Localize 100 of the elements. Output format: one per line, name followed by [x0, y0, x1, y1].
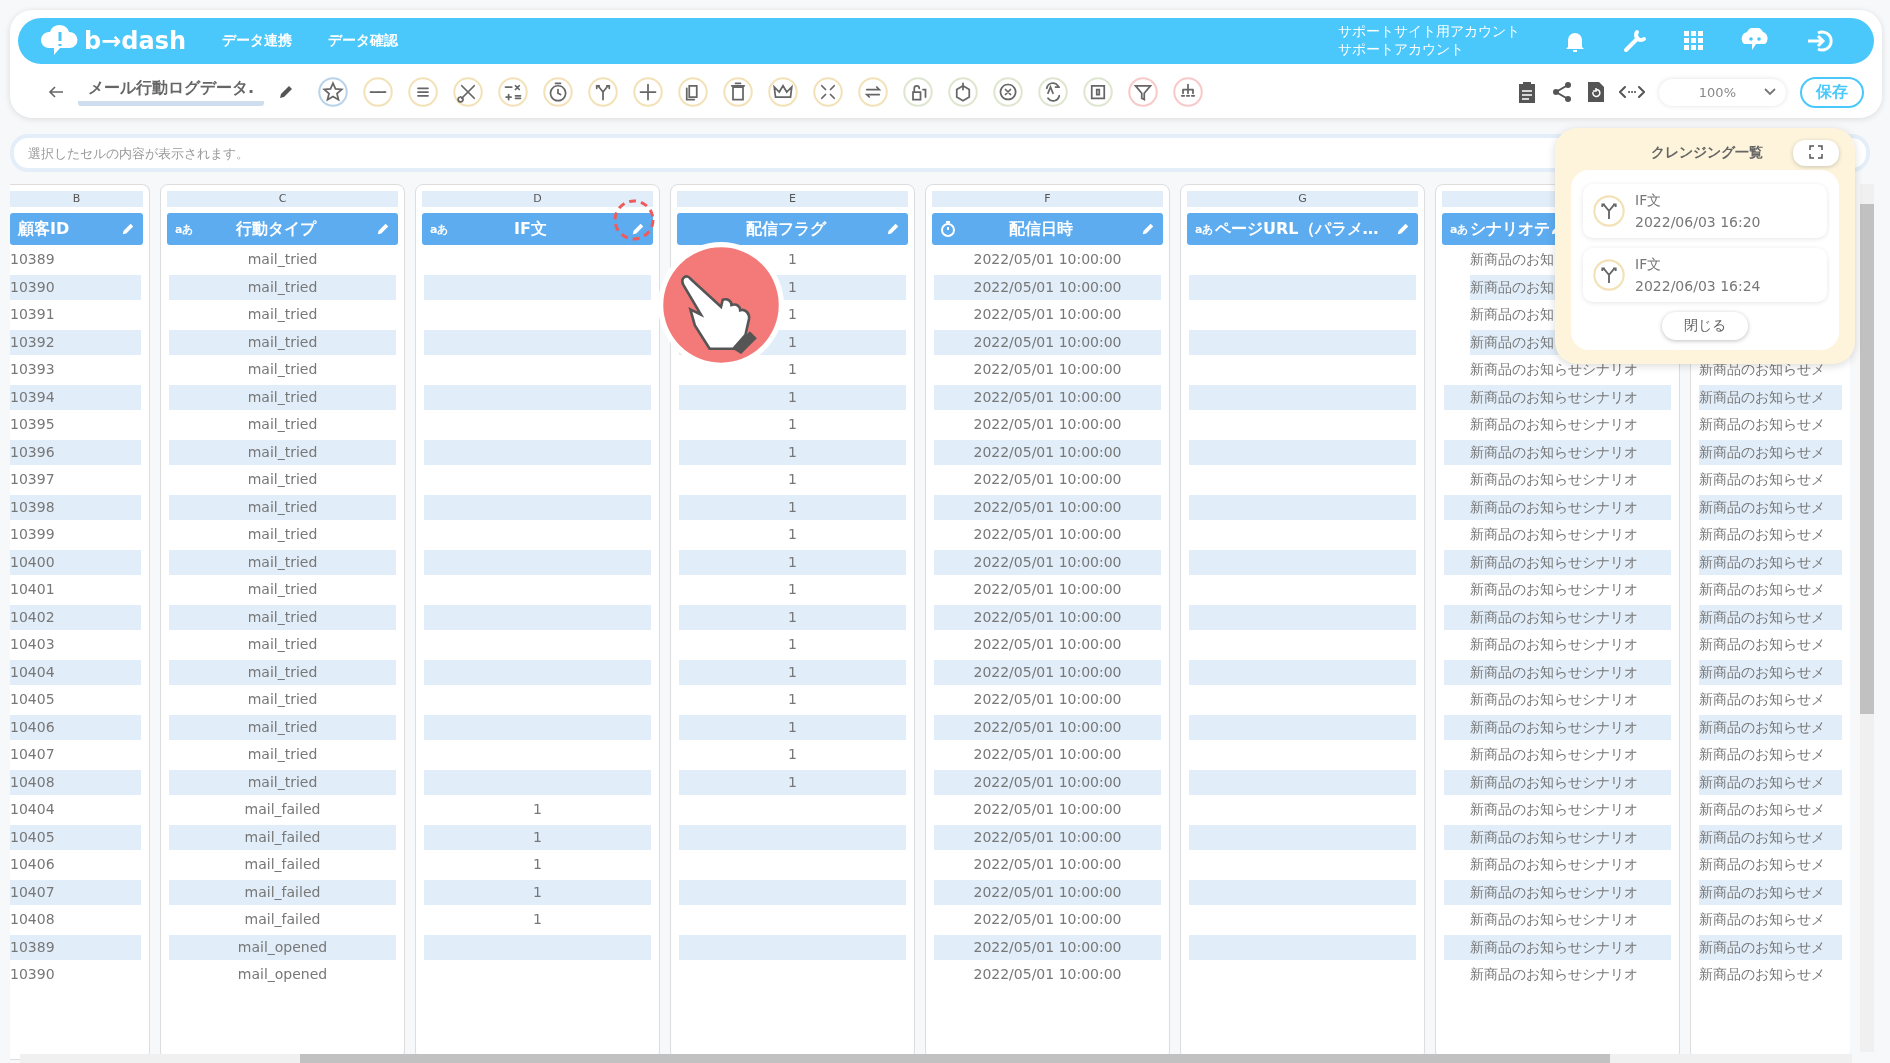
table-cell-text: 2022/05/01 10:00:00: [972, 305, 1123, 324]
table-cell-text: 1: [787, 415, 798, 434]
column-header[interactable]: 配信日時: [932, 213, 1163, 245]
tree-icon[interactable]: [1173, 77, 1204, 107]
table-cell-text: 10403: [10, 635, 56, 654]
table-cell-text: 新商品のお知らせシナリオ: [1469, 910, 1639, 929]
table-cell-text: 新商品のお知らせメ: [1699, 635, 1826, 654]
table-cell-text: mail_failed: [243, 855, 322, 874]
table-cell-text: 10399: [10, 525, 56, 544]
table-cell-text: mail_tried: [246, 250, 319, 269]
zoom-select[interactable]: 100%: [1658, 78, 1786, 106]
pencil-icon[interactable]: [278, 84, 295, 100]
table-cell: 新商品のお知らせシナリオ: [1444, 439, 1671, 465]
table-cell: 2022/05/01 10:00:00: [934, 659, 1161, 685]
table-cell: 2022/05/01 10:00:00: [934, 274, 1161, 300]
copy-icon[interactable]: [678, 77, 709, 107]
calc-icon[interactable]: [498, 77, 529, 107]
table-cell-text: 2022/05/01 10:00:00: [972, 690, 1123, 709]
branch-icon[interactable]: [588, 77, 619, 107]
crown-icon[interactable]: [768, 77, 799, 107]
table-cell-text: 10390: [10, 965, 56, 984]
column-header[interactable]: 配信フラグ: [677, 213, 908, 245]
clipboard-icon[interactable]: [1516, 80, 1537, 104]
column-header[interactable]: aあページURL（パラメ…: [1187, 213, 1418, 245]
box-icon[interactable]: [948, 77, 979, 107]
share-icon[interactable]: [1550, 81, 1573, 103]
table-cell: 新商品のお知らせシナリオ: [1444, 769, 1671, 795]
column-letter: D: [422, 191, 653, 207]
table-cell: 新商品のお知らせメ: [1699, 439, 1842, 465]
table-cell-text: 新商品のお知らせメ: [1699, 690, 1826, 709]
table-cell-text: 新商品のお知らせメ: [1699, 965, 1826, 984]
table-cell: 1: [424, 879, 651, 905]
table-cell: 10407: [10, 879, 141, 905]
vertical-scrollbar[interactable]: [1860, 184, 1874, 1052]
table-cell: 新商品のお知らせメ: [1699, 384, 1842, 410]
table-cell-text: 新商品のお知らせメ: [1699, 415, 1826, 434]
column-header[interactable]: aあ IF文: [422, 213, 653, 245]
table-cell-text: 1: [532, 800, 543, 819]
table-cell-text: 新商品のお知らせシナリオ: [1469, 855, 1639, 874]
table-cell-text: mail_tried: [246, 415, 319, 434]
table-cell-text: 2022/05/01 10:00:00: [972, 745, 1123, 764]
timer-icon: [940, 221, 956, 237]
cleansing-item[interactable]: IF文 2022/06/03 16:20: [1583, 184, 1827, 238]
column-header[interactable]: aあ 行動タイプ: [167, 213, 398, 245]
swap-icon[interactable]: [1038, 77, 1069, 107]
table-cell: 新商品のお知らせメ: [1699, 659, 1842, 685]
table-cell: 新商品のお知らせシナリオ: [1444, 714, 1671, 740]
nav-link[interactable]: データ確認: [328, 32, 399, 50]
column-letter: G: [1187, 191, 1418, 207]
table-cell: 10392: [10, 329, 141, 355]
table-cell: 新商品のお知らせメ: [1699, 549, 1842, 575]
zero-icon[interactable]: [1083, 77, 1114, 107]
expand-icon[interactable]: [1809, 144, 1823, 159]
table-cell-text: mail_tried: [246, 690, 319, 709]
table-cell-text: 2022/05/01 10:00:00: [972, 360, 1123, 379]
trash-icon[interactable]: [723, 77, 754, 107]
plus-icon[interactable]: [633, 77, 664, 107]
account-name: サポートサイト用アカウント: [1338, 23, 1520, 41]
cross-icon[interactable]: [993, 77, 1024, 107]
column-letter: C: [167, 191, 398, 207]
column-letter: E: [677, 191, 908, 207]
lines-icon[interactable]: [408, 77, 439, 107]
logo-text[interactable]: b→dash: [84, 27, 187, 55]
table-cell: 1: [679, 494, 906, 520]
table-cell-text: 新商品のお知らせシナリオ: [1469, 965, 1639, 984]
timer-icon[interactable]: [543, 77, 574, 107]
table-cell: 新商品のお知らせシナリオ: [1444, 824, 1671, 850]
column-letter: B: [10, 191, 143, 207]
table-cell: 2022/05/01 10:00:00: [934, 549, 1161, 575]
expand-button[interactable]: [1793, 140, 1839, 166]
back-arrow-icon[interactable]: [48, 85, 64, 99]
code-icon[interactable]: [1618, 84, 1645, 100]
shrink-icon[interactable]: [813, 77, 844, 107]
dataset-title[interactable]: メール行動ログデータ.: [78, 78, 265, 106]
chevron-down-icon[interactable]: [1764, 88, 1776, 96]
close-button[interactable]: 閉じる: [1662, 312, 1748, 340]
table-cell-text: 新商品のお知らせメ: [1699, 800, 1826, 819]
save-button[interactable]: 保存: [1800, 76, 1864, 108]
table-cell: 1: [679, 549, 906, 575]
reload-file-icon[interactable]: [1586, 81, 1605, 103]
table-cell: 2022/05/01 10:00:00: [934, 439, 1161, 465]
table-cell: 新商品のお知らせシナリオ: [1444, 494, 1671, 520]
table-cell-text: 10401: [10, 580, 56, 599]
nav-link[interactable]: データ連携: [222, 32, 293, 50]
table-cell-text: 新商品のお知らせシナリオ: [1469, 635, 1639, 654]
lock-icon[interactable]: [903, 77, 934, 107]
table-cell-text: 2022/05/01 10:00:00: [972, 635, 1123, 654]
filter-icon[interactable]: [1128, 77, 1159, 107]
table-cell-text: 2022/05/01 10:00:00: [972, 580, 1123, 599]
scissors-icon[interactable]: [453, 77, 484, 107]
table-cell: 10402: [10, 604, 141, 630]
loop-icon[interactable]: [858, 77, 889, 107]
dots-icon[interactable]: [363, 77, 394, 107]
column-header[interactable]: 顧客ID: [10, 213, 143, 245]
table-cell: 新商品のお知らせシナリオ: [1444, 659, 1671, 685]
table-cell: mail_tried: [169, 714, 396, 740]
cleansing-item[interactable]: IF文 2022/06/03 16:24: [1583, 248, 1827, 302]
table-cell: 新商品のお知らせメ: [1699, 494, 1842, 520]
table-cell-text: 10391: [10, 305, 56, 324]
table-cell-text: 1: [787, 470, 798, 489]
